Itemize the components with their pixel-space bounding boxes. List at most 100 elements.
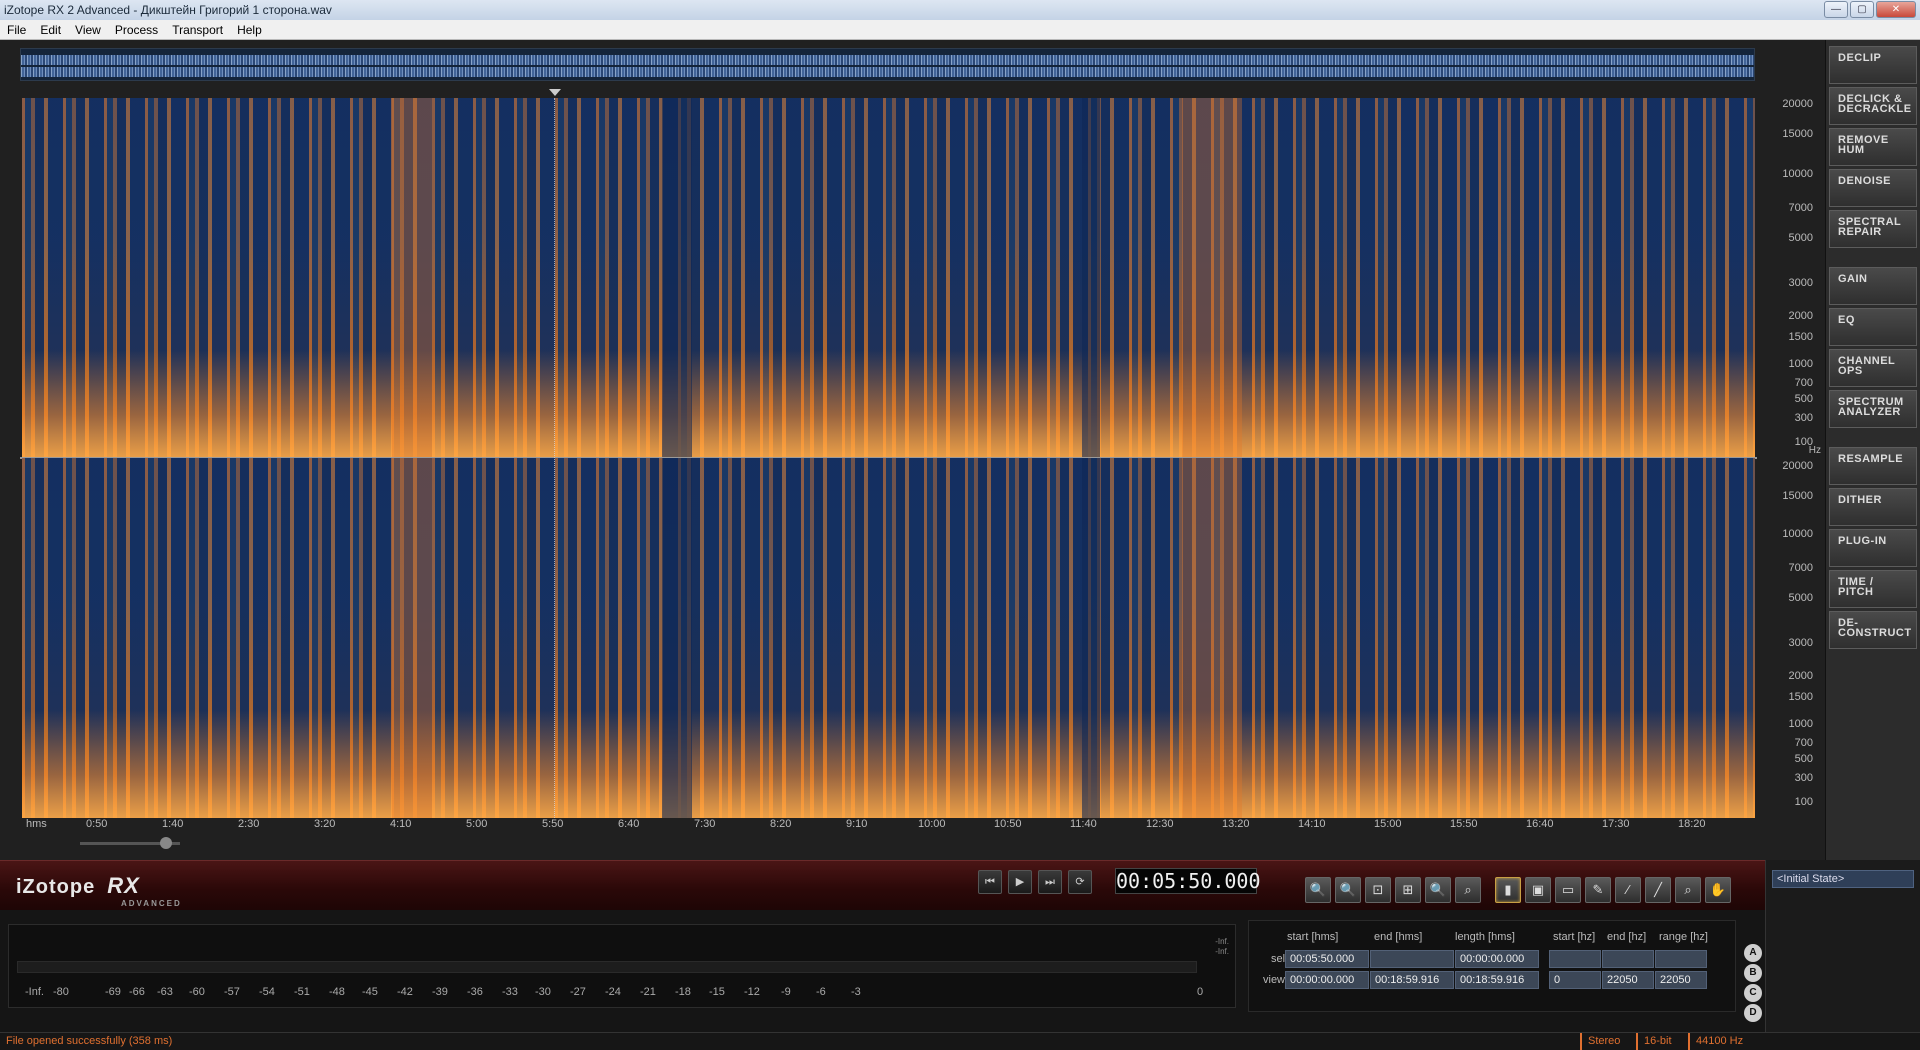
menu-view[interactable]: View [68,20,108,39]
zoom-slider-knob[interactable] [160,837,172,849]
app-root: iZotope RX 2 Advanced - Дикштейн Григори… [0,0,1920,1050]
meter-tick: -69 [105,986,121,998]
module-label: EQ [1838,314,1855,326]
minimize-button[interactable]: — [1824,1,1848,18]
view-end-hz-field[interactable]: 22050 [1602,971,1654,989]
module-time-pitch-button[interactable]: TIME / PITCH [1829,570,1917,608]
close-button[interactable]: ✕ [1876,1,1916,18]
freq-tick: 2000 [1788,310,1813,322]
brush-tool-icon[interactable]: ⁄ [1615,877,1641,903]
zoom-freq-out-icon[interactable]: ⌕ [1455,877,1481,903]
undo-slot-d[interactable]: D [1744,1004,1762,1022]
module-denoise-button[interactable]: DENOISE [1829,169,1917,207]
freq-tick: 1000 [1788,718,1813,730]
hand-tool-icon[interactable]: ✋ [1705,877,1731,903]
sel-end-field[interactable] [1370,950,1454,968]
freq-tick: 15000 [1782,490,1813,502]
freq-tick: 100 [1794,796,1813,808]
sel-end-hz-field[interactable] [1602,950,1654,968]
rect-select-tool-icon[interactable]: ▣ [1525,877,1551,903]
module-eq-button[interactable]: EQ [1829,308,1917,346]
meter-tick: -42 [397,986,413,998]
spectral-gap [1082,98,1100,458]
module-remove-hum-button[interactable]: REMOVE HUM [1829,128,1917,166]
sel-start-field[interactable]: 00:05:50.000 [1285,950,1369,968]
time-tick: 15:50 [1450,818,1478,830]
frequency-axis-bottom: 20000 15000 10000 7000 5000 3000 2000 15… [1757,458,1817,818]
spectral-band [1182,98,1242,458]
time-tick: 5:00 [466,818,488,830]
module-plug-in-button[interactable]: PLUG-IN [1829,529,1917,567]
spectrogram-right-channel[interactable] [22,458,1755,818]
module-gain-button[interactable]: GAIN [1829,267,1917,305]
view-range-hz-field[interactable]: 22050 [1655,971,1707,989]
undo-slot-b[interactable]: B [1744,964,1762,982]
meter-tick: -21 [640,986,656,998]
view-start-field[interactable]: 00:00:00.000 [1285,971,1369,989]
zoom-tool-icon[interactable]: ⌕ [1675,877,1701,903]
zoom-selection-icon[interactable]: ⊡ [1365,877,1391,903]
module-dither-button[interactable]: DITHER [1829,488,1917,526]
status-sample-rate: 44100 Hz [1688,1033,1749,1050]
undo-slot-c[interactable]: C [1744,984,1762,1002]
view-start-hz-field[interactable]: 0 [1549,971,1601,989]
loop-button[interactable]: ⟳ [1068,870,1092,894]
freq-tick: 500 [1794,393,1813,405]
header-end-hz: end [hz] [1607,931,1647,943]
waveform-overview[interactable] [20,48,1755,81]
wand-tool-icon[interactable]: ╱ [1645,877,1671,903]
zoom-out-time-icon[interactable]: 🔍 [1335,877,1361,903]
meter-tick: -51 [294,986,310,998]
sel-length-field[interactable]: 00:00:00.000 [1455,950,1539,968]
logo-brand: iZotope [16,876,96,898]
history-item[interactable]: <Initial State> [1772,870,1914,888]
menu-file[interactable]: File [0,20,33,39]
module-resample-button[interactable]: RESAMPLE [1829,447,1917,485]
play-button[interactable]: ▶ [1008,870,1032,894]
lasso-tool-icon[interactable]: ✎ [1585,877,1611,903]
playhead-marker[interactable] [549,89,561,96]
menu-help[interactable]: Help [230,20,269,39]
meter-tick: -18 [675,986,691,998]
module-deconstruct-button[interactable]: DE- CONSTRUCT [1829,611,1917,649]
timecode-display: 00:05:50.000 [1115,868,1261,894]
izotope-logo: iZotope RX ADVANCED [16,873,180,908]
menu-process[interactable]: Process [108,20,165,39]
freq-tick: 10000 [1782,168,1813,180]
maximize-button[interactable]: ▢ [1850,1,1874,18]
module-spectrum-analyzer-button[interactable]: SPECTRUM ANALYZER [1829,390,1917,428]
module-spectral-repair-button[interactable]: SPECTRAL REPAIR [1829,210,1917,248]
sel-start-hz-field[interactable] [1549,950,1601,968]
menu-edit[interactable]: Edit [33,20,68,39]
meter-tick: -48 [329,986,345,998]
freq-select-tool-icon[interactable]: ▭ [1555,877,1581,903]
spectrogram-left-channel[interactable] [22,98,1755,458]
module-declick-button[interactable]: DECLICK & DECRACKLE [1829,87,1917,125]
rewind-button[interactable]: ⏮ [978,870,1002,894]
zoom-freq-icon[interactable]: 🔍 [1425,877,1451,903]
time-select-tool-icon[interactable]: ▮ [1495,877,1521,903]
meter-tick: -24 [605,986,621,998]
time-tick: 3:20 [314,818,336,830]
zoom-in-time-icon[interactable]: 🔍 [1305,877,1331,903]
freq-tick: 500 [1794,753,1813,765]
spectral-gap [662,458,692,818]
sel-range-hz-field[interactable] [1655,950,1707,968]
time-tick: 0:50 [86,818,108,830]
next-button[interactable]: ⏭ [1038,870,1062,894]
view-length-field[interactable]: 00:18:59.916 [1455,971,1539,989]
module-label: ANALYZER [1838,406,1901,418]
zoom-all-icon[interactable]: ⊞ [1395,877,1421,903]
time-tick: 11:40 [1070,818,1097,830]
undo-slot-a[interactable]: A [1744,944,1762,962]
module-channel-ops-button[interactable]: CHANNEL OPS [1829,349,1917,387]
meter-tick: -30 [535,986,551,998]
view-end-field[interactable]: 00:18:59.916 [1370,971,1454,989]
meter-tick: -27 [570,986,586,998]
selection-info-panel: start [hms] end [hms] length [hms] start… [1248,920,1736,1012]
module-separator [1829,431,1917,447]
meter-tick: -9 [781,986,791,998]
time-axis: hms 0:50 1:40 2:30 3:20 4:10 5:00 5:50 6… [22,818,1755,834]
module-declip-button[interactable]: DECLIP [1829,46,1917,84]
menu-transport[interactable]: Transport [165,20,230,39]
